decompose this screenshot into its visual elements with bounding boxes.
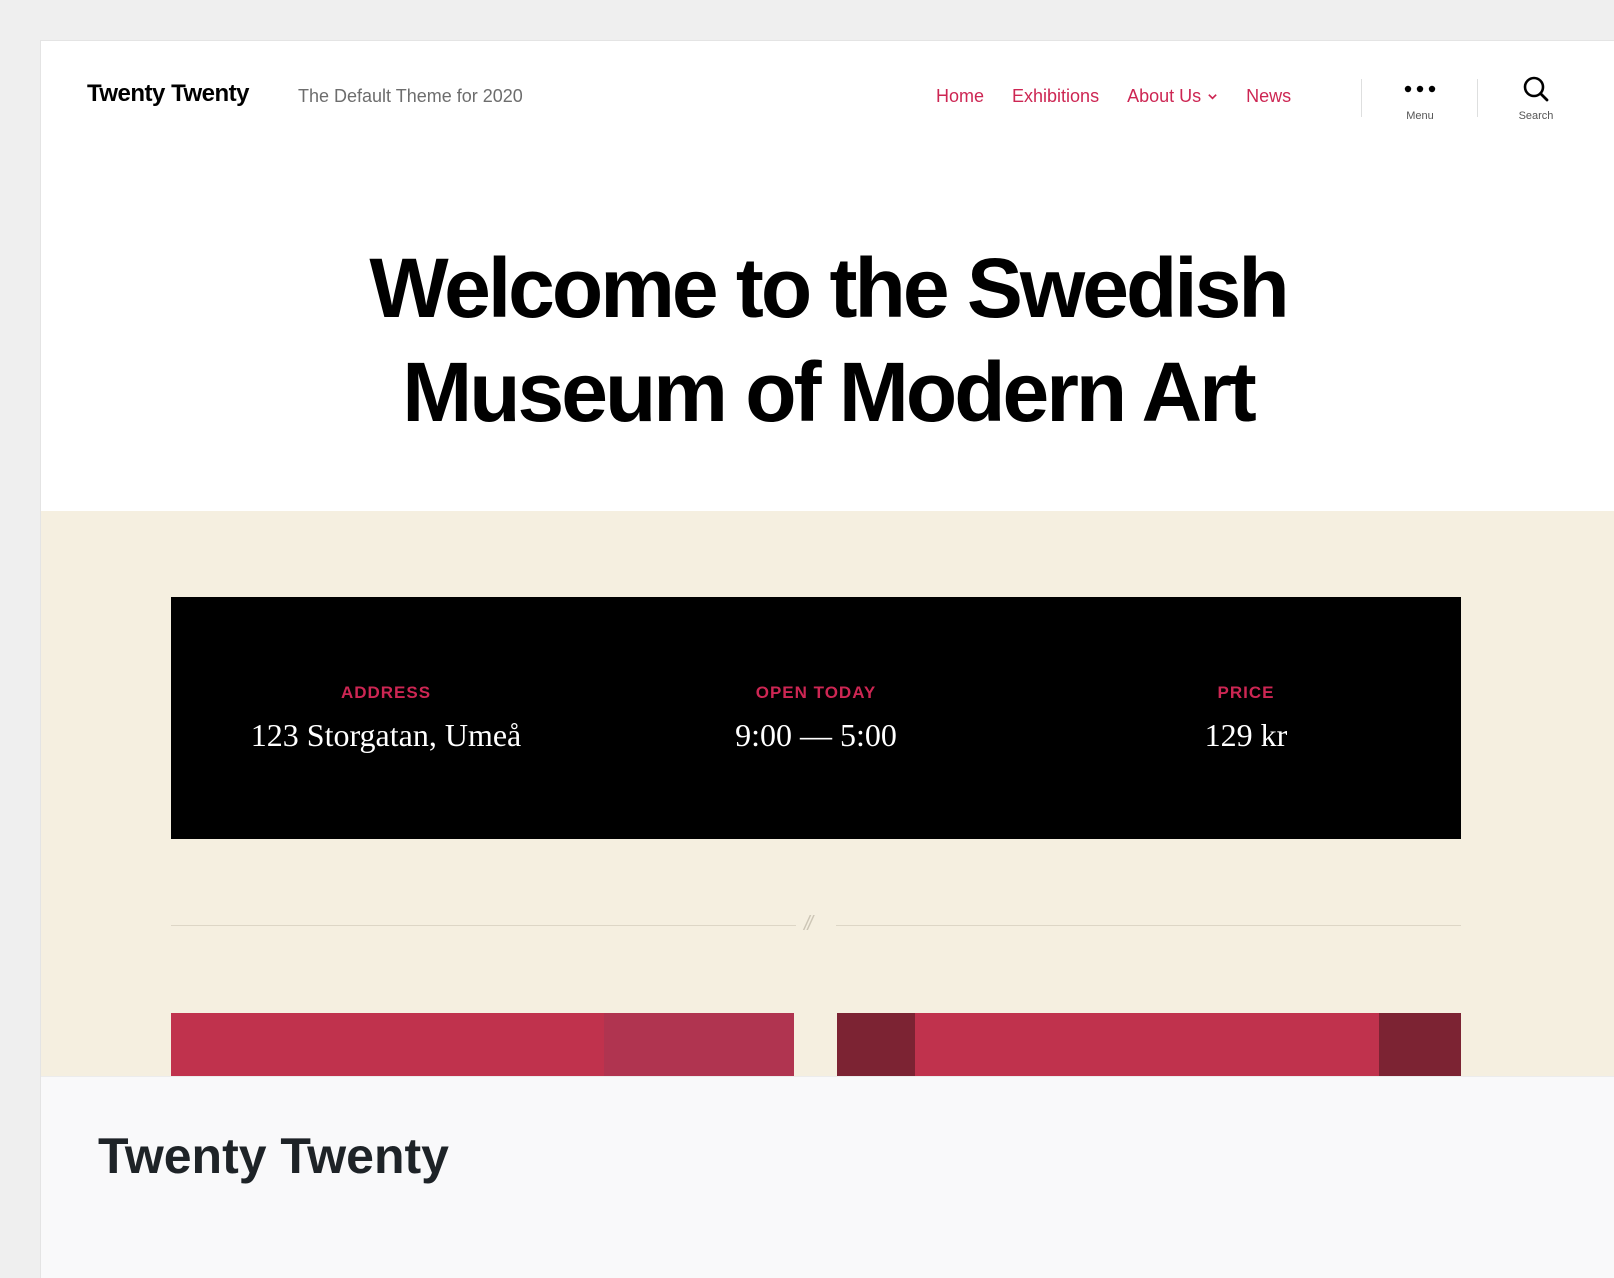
info-label: OPEN TODAY bbox=[755, 682, 877, 702]
theme-name: Twenty Twenty bbox=[98, 1128, 449, 1184]
card-image-shade bbox=[1379, 1013, 1461, 1076]
site-header: Twenty Twenty The Default Theme for 2020… bbox=[41, 41, 1614, 206]
hero-section: Welcome to the Swedish Museum of Modern … bbox=[41, 206, 1614, 511]
nav-item-news[interactable]: News bbox=[1246, 86, 1291, 107]
menu-toggle-label: Menu bbox=[1406, 110, 1434, 122]
info-column-price: PRICE 129 kr bbox=[1056, 683, 1436, 754]
content-band: ADDRESS 123 Storgatan, Umeå OPEN TODAY 9… bbox=[41, 511, 1614, 1076]
separator-line bbox=[836, 925, 1461, 926]
nav-item-home[interactable]: Home bbox=[936, 86, 984, 107]
menu-toggle-button[interactable]: Menu bbox=[1375, 71, 1465, 141]
info-label: ADDRESS bbox=[340, 682, 432, 702]
info-label: PRICE bbox=[1217, 682, 1275, 702]
card-image-shade bbox=[837, 1013, 915, 1076]
nav-item-about-us[interactable]: About Us bbox=[1127, 86, 1218, 107]
search-toggle-button[interactable]: Search bbox=[1491, 71, 1581, 141]
page-title: Welcome to the Swedish Museum of Modern … bbox=[369, 241, 1289, 439]
gallery-card-image[interactable] bbox=[837, 1013, 1461, 1076]
separator-line bbox=[171, 925, 796, 926]
site-tagline: The Default Theme for 2020 bbox=[298, 86, 523, 106]
theme-caption-bar: Twenty Twenty bbox=[41, 1076, 1614, 1278]
gallery-card-image[interactable] bbox=[171, 1013, 794, 1076]
museum-info-box: ADDRESS 123 Storgatan, Umeå OPEN TODAY 9… bbox=[171, 597, 1461, 839]
info-column-hours: OPEN TODAY 9:00 — 5:00 bbox=[626, 683, 1006, 754]
info-value: 9:00 — 5:00 bbox=[735, 716, 897, 753]
nav-item-exhibitions[interactable]: Exhibitions bbox=[1012, 86, 1099, 107]
nav-divider bbox=[1477, 79, 1478, 117]
search-icon bbox=[1522, 71, 1550, 107]
nav-divider bbox=[1361, 79, 1362, 117]
site-title[interactable]: Twenty Twenty bbox=[87, 80, 249, 108]
chevron-down-icon bbox=[1208, 94, 1217, 100]
separator-glyph: // bbox=[804, 913, 813, 935]
primary-nav: Home Exhibitions About Us News bbox=[936, 86, 1291, 107]
info-value: 129 kr bbox=[1204, 716, 1288, 753]
browser-page: Twenty Twenty The Default Theme for 2020… bbox=[40, 40, 1614, 1278]
info-value: 123 Storgatan, Umeå bbox=[250, 716, 522, 753]
nav-item-about-us-label: About Us bbox=[1127, 86, 1202, 106]
ellipsis-icon bbox=[1403, 71, 1437, 107]
search-toggle-label: Search bbox=[1518, 110, 1554, 122]
info-column-address: ADDRESS 123 Storgatan, Umeå bbox=[196, 683, 576, 754]
section-separator: // bbox=[171, 911, 1461, 941]
card-image-shade bbox=[604, 1013, 794, 1076]
